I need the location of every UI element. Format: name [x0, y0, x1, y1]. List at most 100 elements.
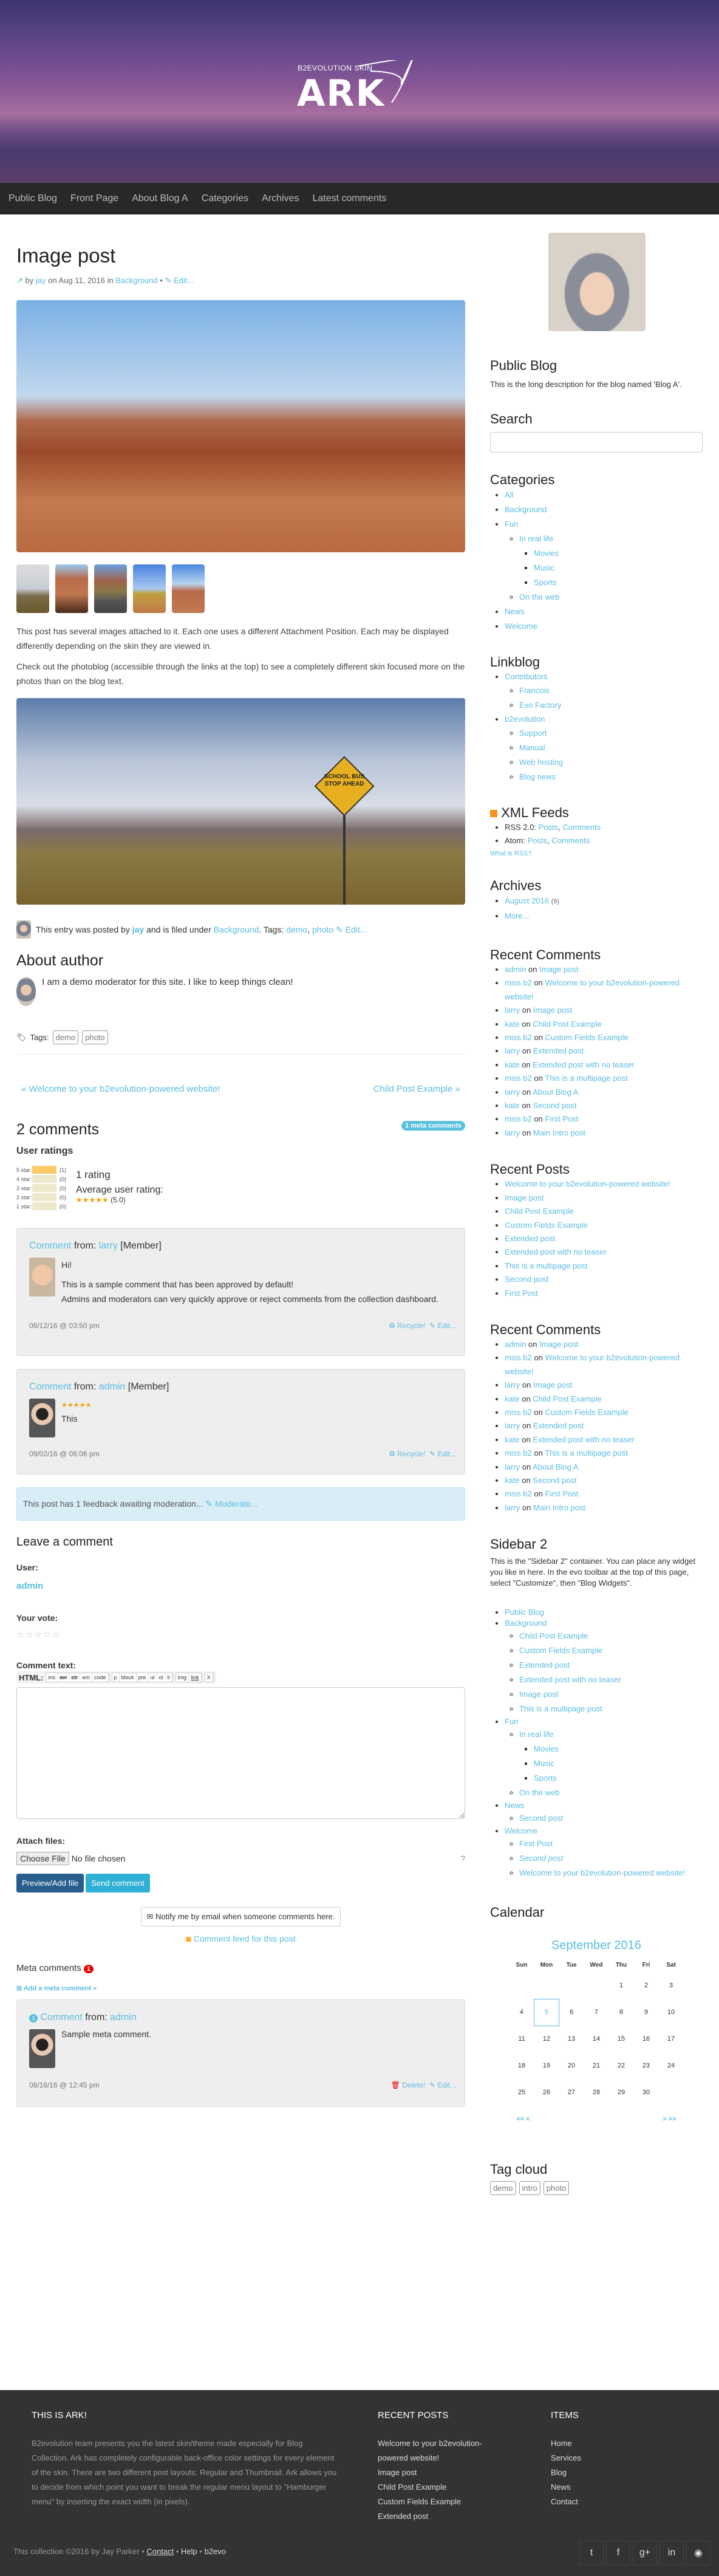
edit-comment-button[interactable]: ✎ Edit...: [429, 1450, 456, 1458]
tree-item[interactable]: Extended post with no teaser: [519, 1675, 621, 1684]
category-movies[interactable]: Movies: [534, 549, 559, 558]
comment-post-link[interactable]: Main Intro post: [533, 1503, 585, 1512]
comment-author-link[interactable]: miss b2: [505, 1448, 532, 1458]
link-support[interactable]: Support: [519, 728, 547, 738]
comment-post-link[interactable]: Extended post: [533, 1046, 584, 1055]
comment-post-link[interactable]: Image post: [533, 1380, 572, 1389]
comment-post-link[interactable]: About Blog A: [533, 1088, 578, 1097]
edit-comment-button[interactable]: ✎ Edit...: [429, 2081, 456, 2089]
what-is-rss-link[interactable]: What is RSS?: [490, 850, 531, 857]
nav-categories[interactable]: Categories: [202, 193, 248, 204]
comment-author-link[interactable]: kate: [505, 1435, 520, 1444]
category-in-real-life[interactable]: In real life: [519, 534, 553, 543]
comment-author-link[interactable]: larry: [505, 1005, 520, 1015]
comment-post-link[interactable]: Image post: [539, 1340, 578, 1349]
twitter-icon[interactable]: t: [579, 2541, 604, 2565]
link-evo-factory[interactable]: Evo Factory: [519, 701, 561, 710]
recent-post-link[interactable]: First Post: [505, 1289, 538, 1298]
nav-latest-comments[interactable]: Latest comments: [312, 193, 386, 204]
comment-author-link[interactable]: miss b2: [505, 1353, 532, 1362]
category-sports[interactable]: Sports: [534, 578, 557, 587]
comment-author-link[interactable]: larry: [505, 1128, 520, 1137]
link-web-hosting[interactable]: Web hosting: [519, 758, 563, 767]
comment-author-link[interactable]: admin: [505, 965, 526, 974]
recent-post-link[interactable]: This is a multipage post: [505, 1261, 588, 1270]
comment-permalink[interactable]: Comment: [40, 2012, 82, 2023]
comment-author-link[interactable]: miss b2: [505, 978, 532, 987]
tag-link[interactable]: demo: [286, 925, 307, 934]
tree-item[interactable]: Sports: [534, 1773, 557, 1783]
comment-post-link[interactable]: First Post: [545, 1114, 579, 1123]
toolbar-button-pre[interactable]: pre: [137, 1673, 149, 1682]
archive-link[interactable]: August 2016: [505, 896, 549, 905]
search-input[interactable]: [490, 432, 703, 453]
comment-post-link[interactable]: Second post: [533, 1101, 576, 1110]
category-music[interactable]: Music: [534, 563, 554, 572]
comment-author-link[interactable]: kate: [505, 1394, 520, 1403]
tree-item[interactable]: Image post: [519, 1690, 558, 1699]
comment-author-link[interactable]: miss b2: [505, 1074, 532, 1083]
comment-post-link[interactable]: Extended post with no teaser: [533, 1435, 635, 1444]
category-news[interactable]: News: [505, 607, 525, 616]
atom-posts-link[interactable]: Posts: [528, 836, 548, 845]
footer-item-link[interactable]: Services: [551, 2451, 672, 2465]
tree-item[interactable]: This is a multipage post: [519, 1704, 602, 1713]
comment-author[interactable]: admin: [99, 1382, 126, 1392]
comment-post-link[interactable]: Image post: [533, 1005, 572, 1015]
tree-background[interactable]: Background: [505, 1619, 547, 1628]
toolbar-button-str[interactable]: str: [69, 1673, 81, 1682]
comment-post-link[interactable]: This is a multipage post: [545, 1074, 628, 1083]
tag-cloud-item[interactable]: intro: [519, 2181, 540, 2196]
comment-post-link[interactable]: First Post: [545, 1489, 579, 1498]
recycle-button[interactable]: ♻ Recycle!: [389, 1450, 425, 1458]
tag-cloud-item[interactable]: demo: [490, 2181, 516, 2196]
category-fun[interactable]: Fun: [505, 519, 518, 529]
comment-post-link[interactable]: Image post: [539, 965, 578, 974]
link-b2evolution[interactable]: b2evolution: [505, 714, 545, 724]
rss-comments-link[interactable]: Comments: [562, 823, 601, 832]
comment-post-link[interactable]: Child Post Example: [533, 1394, 601, 1403]
comment-author-link[interactable]: larry: [505, 1088, 520, 1097]
toolbar-button-ins[interactable]: ins: [46, 1673, 58, 1682]
link-contributors[interactable]: Contributors: [505, 672, 548, 681]
link-francois[interactable]: Francois: [519, 686, 550, 695]
commenter-avatar[interactable]: [29, 1258, 55, 1297]
tag-button[interactable]: photo: [82, 1030, 108, 1044]
rss-posts-link[interactable]: Posts: [539, 823, 559, 832]
toolbar-button-link[interactable]: link: [189, 1673, 202, 1682]
add-meta-comment-link[interactable]: ⊞ Add a meta comment »: [16, 1984, 465, 1992]
comment-post-link[interactable]: Extended post: [533, 1421, 584, 1430]
choose-file-button[interactable]: Choose File: [16, 1852, 69, 1865]
author-link[interactable]: jay: [132, 925, 144, 934]
category-link[interactable]: Background: [115, 276, 157, 285]
tree-public-blog[interactable]: Public Blog: [505, 1608, 544, 1617]
comment-author-link[interactable]: kate: [505, 1019, 520, 1029]
thumbnail[interactable]: [133, 564, 166, 613]
permalink-icon[interactable]: ↗: [16, 276, 23, 285]
facebook-icon[interactable]: f: [606, 2541, 630, 2565]
comment-author-link[interactable]: kate: [505, 1476, 520, 1485]
comment-author[interactable]: larry: [99, 1241, 118, 1251]
comment-author[interactable]: admin: [110, 2012, 137, 2023]
help-icon[interactable]: ?: [460, 1854, 465, 1863]
recent-post-link[interactable]: Child Post Example: [505, 1207, 573, 1216]
tree-item[interactable]: Second post: [519, 1814, 563, 1823]
tree-item[interactable]: Custom Fields Example: [519, 1646, 602, 1655]
atom-comments-link[interactable]: Comments: [551, 836, 590, 845]
tree-welcome[interactable]: Welcome: [505, 1826, 537, 1835]
comment-author-link[interactable]: miss b2: [505, 1489, 532, 1498]
comment-author-link[interactable]: kate: [505, 1060, 520, 1069]
footer-recent-post-link[interactable]: Custom Fields Example: [378, 2495, 511, 2509]
footer-item-link[interactable]: News: [551, 2480, 672, 2495]
thumbnail[interactable]: [55, 564, 88, 613]
comment-author-link[interactable]: larry: [505, 1046, 520, 1055]
toolbar-button-em[interactable]: em: [80, 1673, 92, 1682]
comment-author-link[interactable]: larry: [505, 1462, 520, 1471]
footer-help-link[interactable]: Help: [181, 2547, 197, 2556]
category-link[interactable]: Background: [214, 925, 259, 934]
comment-author-link[interactable]: larry: [505, 1503, 520, 1512]
photo-bus-stop-sign[interactable]: SCHOOL BUS STOP AHEAD: [16, 698, 465, 905]
toolbar-button-ul[interactable]: ul: [149, 1673, 157, 1682]
category-welcome[interactable]: Welcome: [505, 622, 537, 631]
footer-item-link[interactable]: Home: [551, 2436, 672, 2451]
